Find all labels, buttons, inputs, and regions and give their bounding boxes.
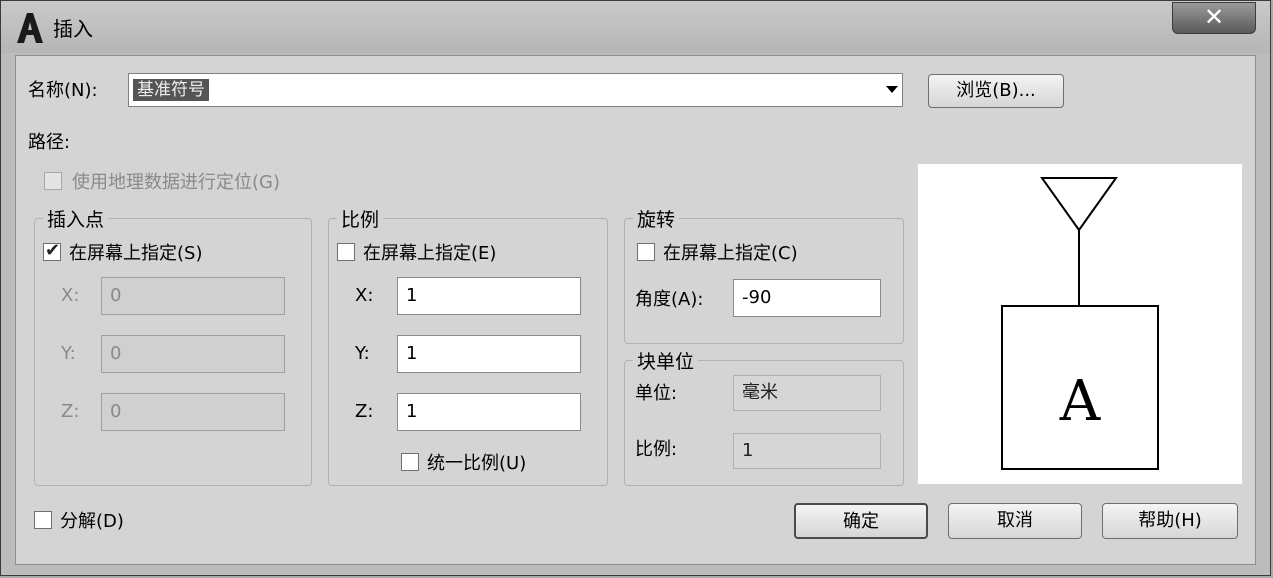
scale-x-label: X: <box>355 285 374 306</box>
insertion-point-group: 插入点 ✔ 在屏幕上指定(S) X: 0 Y: 0 Z: 0 <box>34 205 312 486</box>
block-name-value: 基准符号 <box>133 79 209 101</box>
unit-label: 单位: <box>635 383 678 404</box>
name-label: 名称(N): <box>28 80 98 101</box>
rotation-title: 旋转 <box>633 205 680 232</box>
rotation-group: 旋转 在屏幕上指定(C) 角度(A): -90 <box>624 205 904 344</box>
uniform-scale-label: 统一比例(U) <box>427 453 527 474</box>
rotation-specify-label: 在屏幕上指定(C) <box>663 243 798 264</box>
datum-triangle-icon <box>1040 177 1118 232</box>
rotation-specify-checkbox[interactable] <box>637 243 655 261</box>
browse-button[interactable]: 浏览(B)... <box>928 74 1064 108</box>
scale-y-input[interactable]: 1 <box>397 335 581 373</box>
insertion-z-input[interactable]: 0 <box>101 393 285 431</box>
scale-title: 比例 <box>337 205 384 232</box>
close-icon: ✕ <box>1203 3 1225 31</box>
explode-checkbox[interactable] <box>34 511 52 529</box>
chevron-down-icon[interactable] <box>886 86 898 93</box>
window-title: 插入 <box>53 17 93 41</box>
factor-value: 1 <box>733 433 881 469</box>
cancel-button[interactable]: 取消 <box>948 503 1082 539</box>
block-unit-group: 块单位 单位: 毫米 比例: 1 <box>624 347 904 486</box>
insertion-point-title: 插入点 <box>43 205 109 232</box>
block-unit-title: 块单位 <box>633 347 699 374</box>
scale-specify-label: 在屏幕上指定(E) <box>363 243 497 264</box>
insertion-x-label: X: <box>61 285 80 306</box>
scale-z-label: Z: <box>355 401 374 422</box>
angle-input[interactable]: -90 <box>733 279 881 317</box>
dialog-body: 名称(N): 基准符号 浏览(B)... 路径: 使用地理数据进行定位(G) 插… <box>15 55 1256 565</box>
geo-location-checkbox[interactable] <box>44 172 62 190</box>
scale-z-input[interactable]: 1 <box>397 393 581 431</box>
check-icon: ✔ <box>45 240 61 261</box>
path-label: 路径: <box>28 132 71 153</box>
title-bar[interactable]: 插入 ✕ <box>1 1 1270 53</box>
datum-letter: A <box>1059 369 1101 434</box>
insertion-y-label: Y: <box>61 343 76 364</box>
scale-group: 比例 在屏幕上指定(E) X: 1 Y: 1 Z: 1 统一比例(U) <box>328 205 608 486</box>
autocad-app-icon <box>17 13 43 43</box>
help-button[interactable]: 帮助(H) <box>1102 503 1238 539</box>
block-name-combobox[interactable]: 基准符号 <box>128 73 903 107</box>
explode-label: 分解(D) <box>60 511 124 532</box>
scale-x-input[interactable]: 1 <box>397 277 581 315</box>
unit-value: 毫米 <box>733 375 881 411</box>
geo-location-label: 使用地理数据进行定位(G) <box>72 172 280 193</box>
block-preview: A <box>918 164 1242 484</box>
insertion-specify-label: 在屏幕上指定(S) <box>69 243 203 264</box>
insert-dialog: 插入 ✕ 名称(N): 基准符号 浏览(B)... 路径: 使用地理数据进行定位… <box>0 0 1271 576</box>
uniform-scale-checkbox[interactable] <box>401 453 419 471</box>
insertion-x-input[interactable]: 0 <box>101 277 285 315</box>
angle-label: 角度(A): <box>635 289 704 310</box>
scale-specify-checkbox[interactable] <box>337 243 355 261</box>
insertion-y-input[interactable]: 0 <box>101 335 285 373</box>
scale-y-label: Y: <box>355 343 370 364</box>
ok-button[interactable]: 确定 <box>794 503 928 539</box>
insertion-z-label: Z: <box>61 401 80 422</box>
close-button[interactable]: ✕ <box>1172 2 1256 34</box>
block-preview-drawing: A <box>1001 177 1159 470</box>
factor-label: 比例: <box>635 439 678 460</box>
insertion-specify-checkbox[interactable]: ✔ <box>43 240 61 261</box>
